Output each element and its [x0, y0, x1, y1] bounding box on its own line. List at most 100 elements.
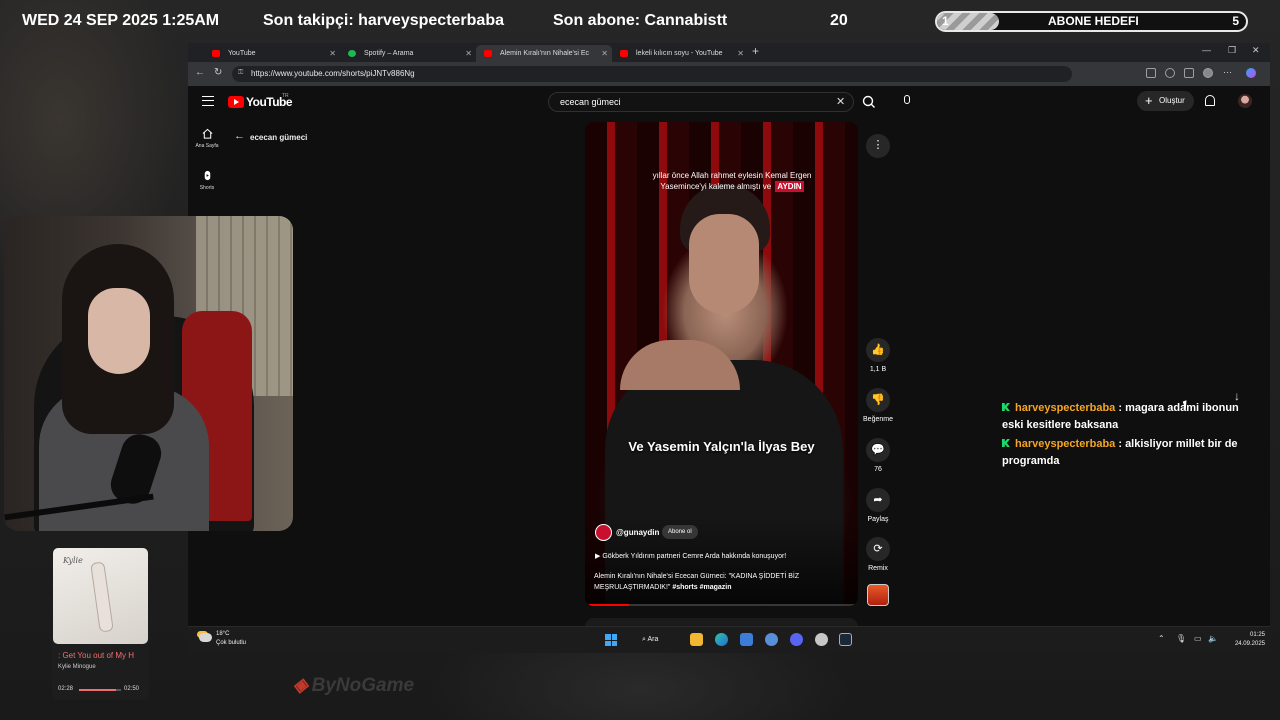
tab-label: Alemin Kıralı'nın Nihale'si Ec: [500, 50, 590, 57]
video-description[interactable]: Alemin Kıralı'nın Nihale'si Ececan Gürne…: [594, 571, 844, 593]
streamer-face: [88, 288, 150, 374]
weather-temperature[interactable]: 18°C: [216, 631, 229, 637]
copilot-icon[interactable]: [1246, 68, 1256, 78]
obs-icon[interactable]: [815, 633, 828, 646]
address-bar[interactable]: ⚿ https://www.youtube.com/shorts/piJNTv8…: [232, 66, 1072, 82]
overlay-datetime: WED 24 SEP 2025 1:25AM: [22, 12, 220, 29]
comments-button[interactable]: 💬 76: [866, 438, 890, 473]
subscribe-button[interactable]: Abone ol: [662, 525, 698, 539]
like-button[interactable]: 👍 1,1 B: [866, 338, 890, 373]
hamburger-menu-icon[interactable]: [202, 96, 214, 106]
maximize-icon[interactable]: ❐: [1228, 45, 1236, 56]
search-icon[interactable]: [860, 93, 878, 111]
audio-source-thumbnail[interactable]: [867, 584, 889, 606]
sidebar-item-label: Shorts: [199, 185, 215, 191]
spotify-favicon-icon: [348, 50, 356, 57]
minimize-icon[interactable]: —: [1202, 45, 1211, 55]
now-playing-widget: Kylie : Get You out of My H Kylie Minogu…: [52, 547, 149, 700]
channel-handle[interactable]: @gunaydin: [616, 528, 659, 537]
youtube-favicon-icon: [212, 50, 220, 57]
discord-icon[interactable]: [790, 633, 803, 646]
sidebar-item-shorts[interactable]: Shorts: [192, 170, 222, 191]
subscriber-goal-bar: 1 ABONE HEDEFI 5: [935, 11, 1248, 32]
sidebar-item-home[interactable]: Ana Sayfa: [192, 128, 222, 149]
close-icon[interactable]: ✕: [465, 45, 472, 62]
window-close-icon[interactable]: ✕: [1252, 45, 1260, 56]
more-options-icon[interactable]: ⋮: [866, 134, 890, 158]
account-avatar[interactable]: [1238, 94, 1252, 108]
dislike-button[interactable]: 👎 Beğenme: [863, 388, 893, 423]
tray-display-icon[interactable]: ▭: [1194, 634, 1202, 643]
video-progress-bar[interactable]: [585, 604, 858, 606]
related-video-link[interactable]: ▶ Gökberk Yıldırım partneri Cemre Arda h…: [595, 552, 786, 560]
video-top-caption: yıllar önce Allah rahmet eylesin Kemal E…: [637, 170, 827, 192]
tab-label: YouTube: [228, 50, 256, 57]
network-app-icon[interactable]: [765, 633, 778, 646]
close-icon[interactable]: ✕: [329, 45, 336, 62]
like-count: 1,1 B: [869, 366, 887, 373]
song-progress-bar: [79, 689, 121, 691]
plus-icon: +: [1145, 93, 1153, 108]
chat-username: harveyspecterbaba: [1015, 438, 1116, 450]
cast-icon[interactable]: [1146, 68, 1156, 78]
browser-window: YouTube ✕ Spotify – Arama ✕ Alemin Kıral…: [188, 43, 1270, 653]
bynogame-watermark: ◈ ByNoGame: [293, 674, 414, 697]
steam-icon[interactable]: [839, 633, 852, 646]
windows-taskbar: 18°C Çok bulutlu ⌕ Ara ⌃ 🎙 ▭ 🔈 01:25 24.…: [188, 626, 1270, 653]
back-icon[interactable]: ←: [195, 67, 205, 78]
dislike-label: Beğenme: [863, 416, 893, 423]
album-cover: Kylie: [53, 548, 148, 644]
app-icon[interactable]: [740, 633, 753, 646]
goal-target: 5: [1232, 14, 1239, 28]
shorts-video-player[interactable]: yıllar önce Allah rahmet eylesin Kemal E…: [585, 122, 858, 606]
refresh-ext-icon[interactable]: [1165, 68, 1175, 78]
taskbar-search-label: Ara: [647, 636, 659, 643]
album-cover-figure: [90, 561, 114, 633]
share-icon: ➦: [866, 488, 890, 512]
back-arrow-icon[interactable]: ←: [234, 130, 245, 142]
site-info-icon[interactable]: ⚿: [238, 69, 243, 77]
song-current-time: 02:28: [58, 686, 74, 692]
chat-message: harveyspecterbaba : magara adami ibonun …: [1002, 400, 1262, 434]
profile-icon[interactable]: [1203, 68, 1213, 78]
kick-badge-icon: [1002, 439, 1010, 447]
windows-start-icon[interactable]: [605, 634, 617, 646]
channel-avatar[interactable]: [595, 524, 612, 541]
tab-spotify[interactable]: Spotify – Arama ✕: [340, 45, 476, 62]
search-input[interactable]: ecec​an gümeci ✕: [548, 92, 854, 112]
tab-youtube[interactable]: YouTube ✕: [204, 45, 340, 62]
weather-cloud-icon[interactable]: [199, 633, 212, 642]
clear-search-icon[interactable]: ✕: [836, 95, 845, 108]
new-tab-button[interactable]: +: [752, 44, 759, 58]
tray-mic-icon[interactable]: 🎙: [1176, 634, 1186, 643]
video-brand-tag: AYDIN: [775, 181, 804, 192]
share-button[interactable]: ➦ Paylaş: [866, 488, 890, 523]
notifications-bell-icon[interactable]: [1205, 95, 1215, 106]
create-button[interactable]: + Oluştur: [1137, 91, 1194, 111]
tab-strip: YouTube ✕ Spotify – Arama ✕ Alemin Kıral…: [188, 43, 1270, 62]
tray-chevron-icon[interactable]: ⌃: [1158, 634, 1165, 643]
video-figure-face: [689, 214, 759, 314]
video-hashtags[interactable]: #shorts #magazin: [672, 584, 731, 591]
thumbs-down-icon: 👎: [866, 388, 890, 412]
tray-speaker-icon[interactable]: 🔈: [1208, 634, 1218, 643]
tab-current-video[interactable]: Alemin Kıralı'nın Nihale'si Ec ✕: [476, 45, 612, 62]
video-progress-fill: [585, 604, 629, 606]
search-query[interactable]: ecec​an gümeci: [560, 97, 621, 107]
extension-icon[interactable]: [1184, 68, 1194, 78]
tab-lekeli[interactable]: lekeli kılıcın soyu - YouTube ✕: [612, 45, 748, 62]
youtube-logo-icon[interactable]: [228, 96, 244, 108]
close-icon[interactable]: ✕: [737, 45, 744, 62]
url-text[interactable]: https://www.youtube.com/shorts/piJNTv886…: [251, 69, 415, 78]
edge-browser-icon[interactable]: [715, 633, 728, 646]
microphone-icon[interactable]: [904, 95, 910, 104]
weather-description[interactable]: Çok bulutlu: [216, 640, 246, 646]
taskbar-clock[interactable]: 01:25 24.09.2025: [1225, 631, 1265, 649]
taskbar-search[interactable]: ⌕ Ara: [634, 631, 678, 649]
tab-label: lekeli kılıcın soyu - YouTube: [636, 50, 723, 57]
file-explorer-icon[interactable]: [690, 633, 703, 646]
reload-icon[interactable]: ↻: [214, 67, 222, 78]
remix-button[interactable]: ⟳ Remix: [866, 537, 890, 572]
more-menu-icon[interactable]: ⋯: [1223, 68, 1233, 78]
close-icon[interactable]: ✕: [601, 45, 608, 62]
